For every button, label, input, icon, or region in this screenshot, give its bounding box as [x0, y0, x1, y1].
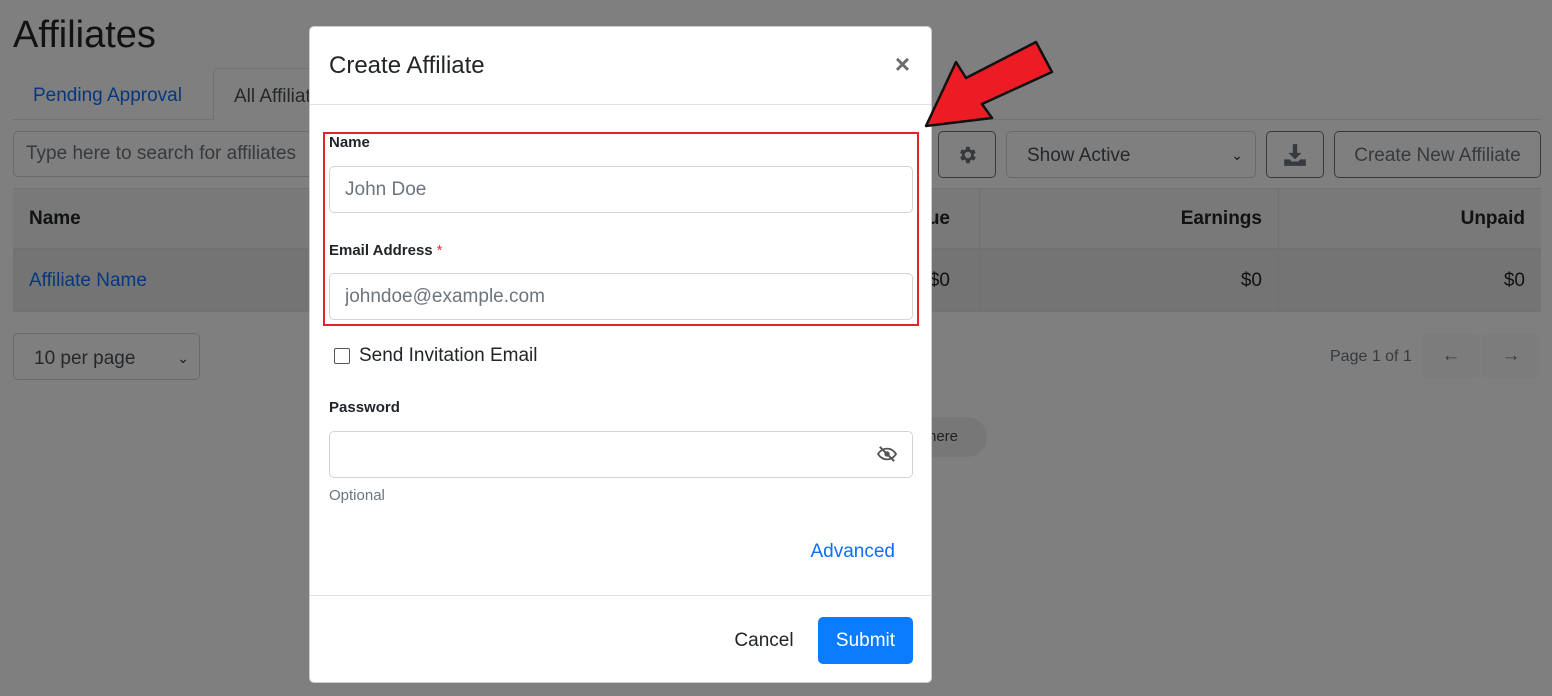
- required-marker: *: [436, 242, 443, 259]
- email-label-text: Email Address: [329, 242, 433, 259]
- eye-slash-icon: [876, 446, 898, 462]
- modal-footer: Cancel Submit: [310, 595, 931, 683]
- password-help-text: Optional: [329, 487, 385, 504]
- name-label: Name: [329, 134, 370, 151]
- password-label: Password: [329, 399, 400, 416]
- toggle-password-visibility-button[interactable]: [875, 443, 899, 465]
- send-invitation-checkbox[interactable]: [334, 348, 350, 364]
- email-label: Email Address *: [329, 242, 443, 259]
- send-invitation-option: Send Invitation Email: [334, 345, 538, 367]
- advanced-link[interactable]: Advanced: [810, 541, 895, 563]
- name-input[interactable]: [329, 166, 913, 213]
- create-affiliate-modal: Create Affiliate × Name Email Address* S…: [309, 26, 932, 683]
- modal-title: Create Affiliate: [329, 52, 485, 79]
- annotation-arrow-icon: [924, 40, 1054, 128]
- email-input[interactable]: [329, 273, 913, 320]
- send-invitation-label[interactable]: Send Invitation Email: [359, 345, 538, 367]
- password-input[interactable]: [329, 431, 913, 478]
- close-icon[interactable]: ×: [895, 51, 910, 77]
- cancel-button[interactable]: Cancel: [720, 617, 808, 664]
- modal-header: Create Affiliate ×: [310, 27, 931, 105]
- submit-button[interactable]: Submit: [818, 617, 913, 664]
